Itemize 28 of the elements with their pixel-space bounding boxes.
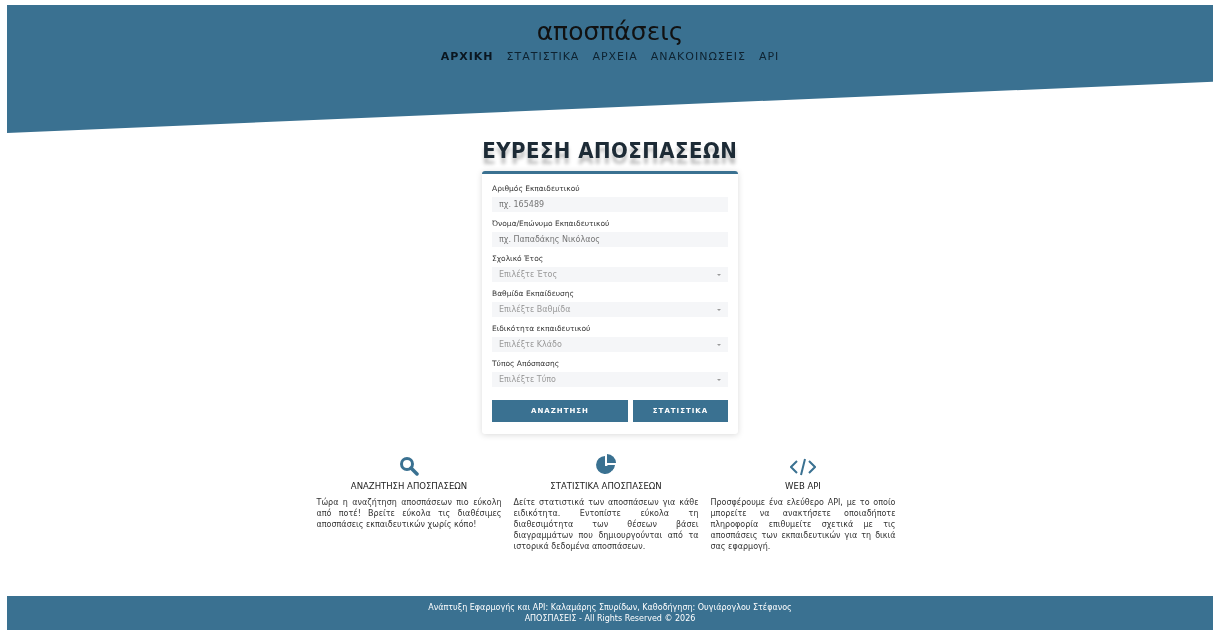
feature-title: WEB API bbox=[785, 481, 821, 491]
input-field[interactable]: πχ. 165489 bbox=[492, 197, 728, 212]
footer-text: Ανάπτυξη Εφαρμογής και API: Καλαμάρης Σπυρίδων, Καθοδήγηση: Ουγιάρογλου Στέφανος bbox=[428, 603, 792, 612]
caret-icon bbox=[717, 343, 721, 346]
caret-icon bbox=[717, 308, 721, 311]
feature-description: Προσφέρουμε ένα ελεύθερο API, με το οποίο μπορείτε να ανακτήσετε οποιαδήποτε πληροφορία επιθυμείτε σχετικά με τις αποσπάσεις των εκπαιδευτικών για τη δικιά σας εφαρμογή. bbox=[710, 497, 896, 552]
feature-description: Δείτε στατιστικά των αποσπάσεων για κάθε ειδικότητα. Εντοπίστε εύκολα τη διαθεσιμότητα των θέσεων βάσει διαγραμμάτων που δημιουργούνται από τα ιστορικά δεδομένα αποσπάσεων. bbox=[513, 497, 699, 552]
nav-link[interactable]: ΑΝΑΚΟΙΝΩΣΕΙΣ bbox=[650, 50, 746, 63]
caret-icon bbox=[717, 378, 721, 381]
site-logo[interactable]: αποσπάσεις bbox=[536, 17, 684, 46]
nav-link[interactable]: ΣΤΑΤΙΣΤΙΚΑ bbox=[506, 50, 580, 63]
footer-text: ΑΠΟΣΠΑΣΕΙΣ - All Rights Reserved © 2026 bbox=[524, 614, 696, 623]
input-field[interactable]: πχ. Παπαδάκης Νικόλαος bbox=[492, 232, 728, 247]
select-field[interactable]: Επιλέξτε Τύπο bbox=[492, 372, 728, 387]
page-heading: ΕΥΡΕΣΗ ΑΠΟΣΠΑΣΕΩΝ bbox=[482, 138, 738, 163]
select-field[interactable]: Επιλέξτε Βαθμίδα bbox=[492, 302, 728, 317]
pie-chart-icon bbox=[595, 454, 617, 476]
select-field[interactable]: Επιλέξτε Κλάδο bbox=[492, 337, 728, 352]
nav-link[interactable]: ΑΡΧΙΚΗ bbox=[440, 50, 494, 63]
feature-title: ΣΤΑΤΙΣΤΙΚΑ ΑΠΟΣΠΑΣΕΩΝ bbox=[550, 481, 662, 491]
search-icon bbox=[399, 456, 419, 476]
nav-link[interactable]: API bbox=[758, 50, 780, 63]
feature-description: Τώρα η αναζήτηση αποσπάσεων πιο εύκολη από ποτέ! Βρείτε εύκολα τις διαθέσιμες αποσπάσεις εκπαιδευτικών χωρίς κόπο! bbox=[316, 497, 502, 530]
select-field[interactable]: Επιλέξτε Έτος bbox=[492, 267, 728, 282]
feature-title: ΑΝΑΖΗΤΗΣΗ ΑΠΟΣΠΑΣΕΩΝ bbox=[350, 481, 468, 491]
code-icon bbox=[790, 458, 816, 476]
caret-icon bbox=[717, 273, 721, 276]
nav-link[interactable]: ΑΡΧΕΙΑ bbox=[592, 50, 638, 63]
